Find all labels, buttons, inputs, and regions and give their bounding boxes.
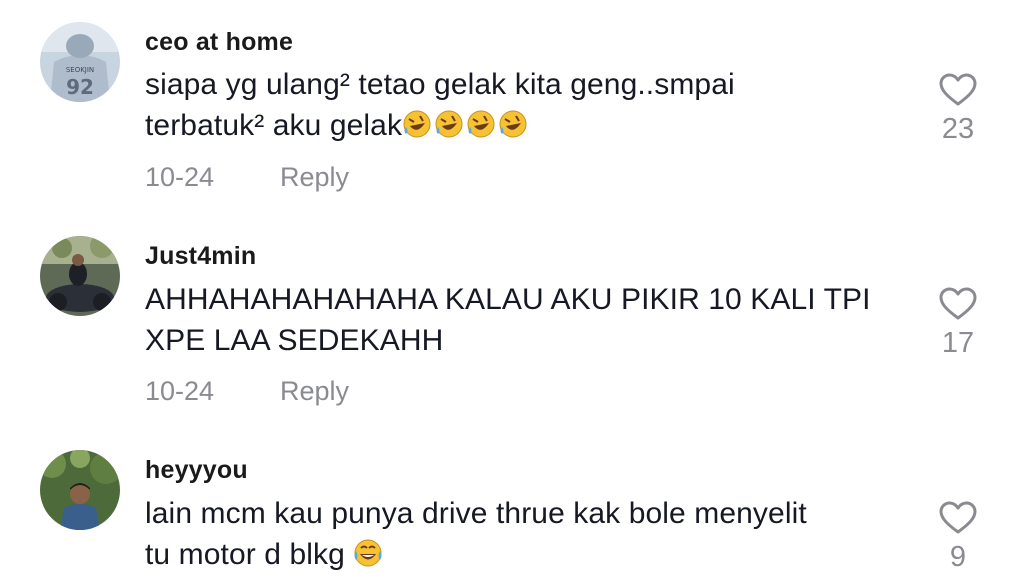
rolling-laughing-emoji-group — [402, 109, 530, 142]
comment-text-line: XPE LAA SEDEKAHH — [145, 324, 444, 357]
like-count: 17 — [941, 327, 975, 359]
reply-button[interactable]: Reply — [280, 162, 349, 193]
tears-of-joy-emoji — [354, 539, 382, 567]
comment-date: 10-24 — [145, 376, 215, 406]
comment-text: lain mcm kau punya drive thrue kak bole … — [145, 493, 915, 575]
like-count: 23 — [941, 113, 975, 145]
avatar[interactable] — [40, 236, 120, 316]
comment-text-line: lain mcm kau punya drive thrue kak bole … — [145, 497, 807, 530]
avatar-image: SEOKJIN 92 — [40, 22, 120, 102]
comment-text-line: siapa yg ulang² tetao gelak kita geng..s… — [145, 68, 735, 101]
comment-username[interactable]: heyyyou — [145, 456, 248, 485]
comment-text-line-with-emoji: terbatuk² aku gelak — [145, 105, 915, 146]
comment-meta: 10-24 Reply — [145, 376, 349, 407]
reply-button[interactable]: Reply — [280, 376, 349, 407]
heart-icon[interactable] — [939, 501, 977, 535]
like-control: 9 — [930, 501, 986, 574]
comment-text: siapa yg ulang² tetao gelak kita geng..s… — [145, 64, 915, 146]
comment-text-line: terbatuk² aku gelak — [145, 109, 403, 142]
svg-text:92: 92 — [66, 75, 94, 99]
comment-username[interactable]: Just4min — [145, 242, 256, 271]
comment-meta: 10-24 Reply — [145, 162, 349, 193]
comment-date: 10-24 — [145, 162, 215, 192]
heart-icon[interactable] — [939, 287, 977, 321]
comment-text-line-with-emoji: tu motor d blkg — [145, 534, 915, 575]
avatar-image — [40, 236, 120, 316]
comment-text-line: tu motor d blkg — [145, 538, 345, 571]
avatar-image — [40, 450, 120, 530]
like-control: 23 — [930, 73, 986, 146]
comment-text-line: AHHAHAHAHAHAHA KALAU AKU PIKIR 10 KALI T… — [145, 283, 871, 316]
comment-username[interactable]: ceo at home — [145, 28, 293, 57]
heart-icon[interactable] — [939, 73, 977, 107]
avatar[interactable] — [40, 450, 120, 530]
comment-text: AHHAHAHAHAHAHA KALAU AKU PIKIR 10 KALI T… — [145, 279, 915, 361]
rolling-laughing-emoji — [403, 110, 527, 138]
avatar[interactable]: SEOKJIN 92 — [40, 22, 120, 102]
like-count: 9 — [949, 541, 967, 573]
jersey-text: SEOKJIN — [66, 66, 94, 74]
like-control: 17 — [930, 287, 986, 360]
